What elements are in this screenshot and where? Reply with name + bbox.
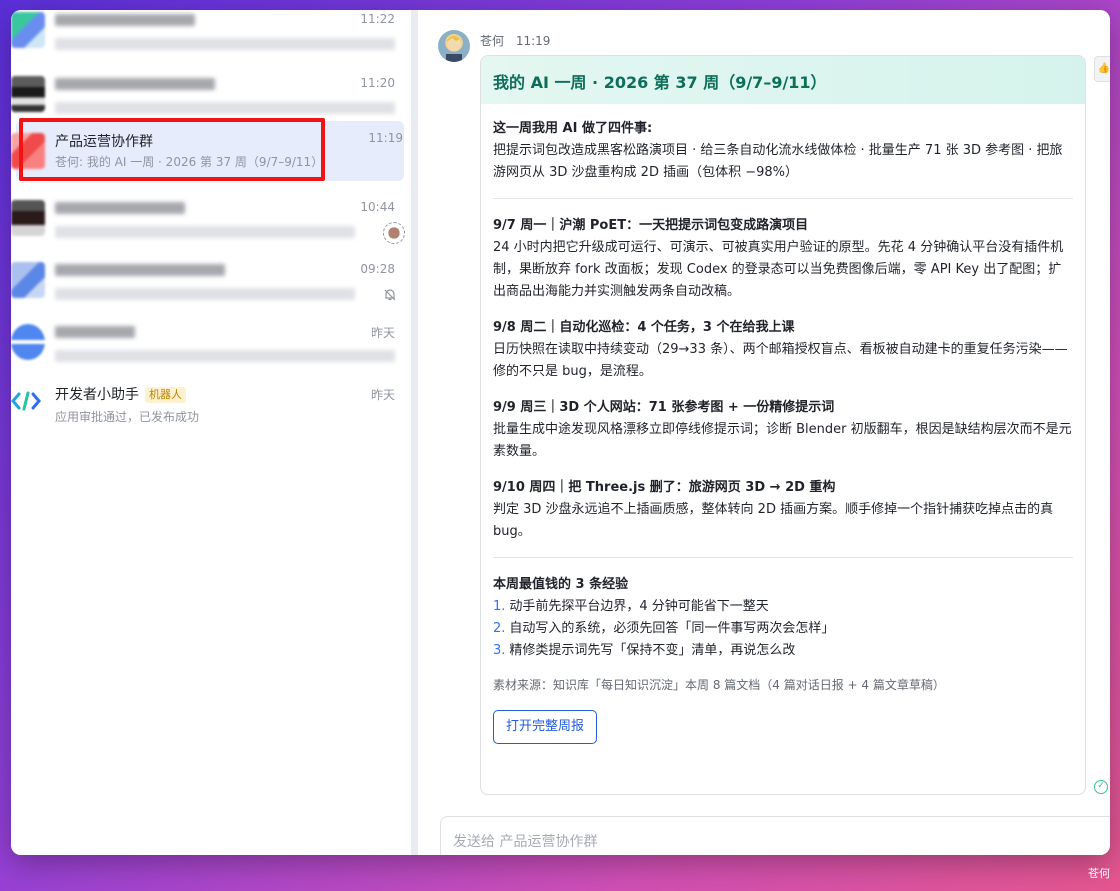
chat-time: 10:44 [360, 200, 395, 214]
open-full-report-button[interactable]: 打开完整周报 [493, 710, 598, 744]
chat-time: 昨天 [370, 388, 395, 402]
lessons-title: 本周最值钱的 3 条经验 [493, 577, 629, 592]
divider [493, 198, 1073, 199]
chat-avatar [11, 200, 45, 236]
chat-time: 09:28 [360, 262, 395, 276]
chat-list-item[interactable]: 11:20 [11, 66, 411, 126]
divider [493, 557, 1073, 558]
lesson-item: 3. 精修类提示词先写「保持不变」清单，再说怎么改 [493, 643, 796, 658]
chat-avatar [11, 76, 45, 112]
chat-time: 11:19 [368, 131, 403, 145]
chat-time: 11:20 [360, 76, 395, 90]
lesson-item: 2. 自动写入的系统，必须先回答「同一件事写两次会怎样」 [493, 621, 835, 636]
day-title: 9/10 周四｜把 Three.js 删了：旅游网页 3D → 2D 重构 [493, 480, 836, 495]
day-body: 24 小时内把它升级成可运行、可演示、可被真实用户验证的原型。先花 4 分钟确认… [493, 240, 1064, 299]
chat-avatar [11, 12, 45, 48]
member-avatar [383, 222, 405, 244]
chat-panel: 苍何 11:19 我的 AI 一周 · 2026 第 37 周（9/7–9/11… [418, 10, 1110, 855]
day-body: 批量生成中途发现风格漂移立即停线修提示词；诊断 Blender 初版翻车，根因是… [493, 422, 1072, 459]
chat-avatar [11, 324, 45, 360]
day-title: 9/8 周二｜自动化巡检：4 个任务，3 个在给我上课 [493, 320, 795, 335]
sender-name[interactable]: 苍何 [480, 34, 504, 48]
chat-title: 开发者小助手 机器人 [55, 384, 186, 404]
chat-list-item[interactable]: 11:22 [11, 10, 411, 62]
chat-preview: 应用审批通过，已发布成功 [55, 410, 200, 424]
chat-list-item[interactable]: 昨天 [11, 314, 411, 374]
chat-list-item[interactable]: 10:44 [11, 190, 411, 250]
message-time: 11:19 [515, 34, 551, 48]
panel-divider[interactable] [411, 10, 418, 855]
developer-assistant-logo-icon [11, 386, 45, 422]
summary-body: 把提示词包改造成黑客松路演项目 · 给三条自动化流水线做体检 · 批量生产 71… [493, 143, 1063, 180]
source-note: 素材来源：知识库「每日知识沉淀」本周 8 篇文档（4 篇对话日报 + 4 篇文章… [493, 678, 945, 692]
day-body: 日历快照在读取中持续变动（29→33 条）、两个邮箱授权盲点、看板被自动建卡的重… [493, 342, 1068, 379]
day-title: 9/7 周一｜沪潮 PoET：一天把提示词包变成路演项目 [493, 218, 809, 233]
bell-off-icon [383, 288, 397, 302]
highlight-annotation [19, 118, 325, 181]
card-body: 这一周我用 AI 做了四件事: 把提示词包改造成黑客松路演项目 · 给三条自动化… [481, 104, 1085, 758]
message-input[interactable]: 发送给 产品运营协作群 [440, 816, 1110, 855]
lesson-item: 1. 动手前先探平台边界，4 分钟可能省下一整天 [493, 599, 769, 614]
chat-time: 11:22 [360, 12, 395, 26]
sender-avatar[interactable] [438, 30, 470, 62]
dock-label: 苍何 [1088, 867, 1110, 880]
summary-title: 这一周我用 AI 做了四件事: [493, 121, 653, 136]
app-window: 11:22 11:20 产品运营协作群 11:19 苍何: 我的 AI 一周 ·… [11, 10, 1110, 855]
chat-time: 昨天 [370, 326, 395, 340]
chat-list-item[interactable]: 开发者小助手 机器人 昨天 应用审批通过，已发布成功 [11, 376, 411, 436]
chat-list: 11:22 11:20 产品运营协作群 11:19 苍何: 我的 AI 一周 ·… [11, 10, 411, 855]
chat-avatar [11, 262, 45, 298]
weekly-report-card: 我的 AI 一周 · 2026 第 37 周（9/7–9/11） 这一周我用 A… [480, 55, 1086, 795]
sender-line: 苍何 11:19 [480, 32, 558, 49]
bot-tag: 机器人 [145, 387, 186, 403]
card-header: 我的 AI 一周 · 2026 第 37 周（9/7–9/11） [481, 56, 1085, 104]
day-body: 判定 3D 沙盘永远追不上插画质感，整体转向 2D 插画方案。顺手修掉一个指针捕… [493, 502, 1054, 539]
chat-list-item[interactable]: 09:28 [11, 252, 411, 312]
thumbs-up-icon[interactable]: 👍 [1094, 56, 1110, 82]
read-check-icon: ✓ [1094, 780, 1108, 794]
day-title: 9/9 周三｜3D 个人网站：71 张参考图 + 一份精修提示词 [493, 400, 835, 415]
